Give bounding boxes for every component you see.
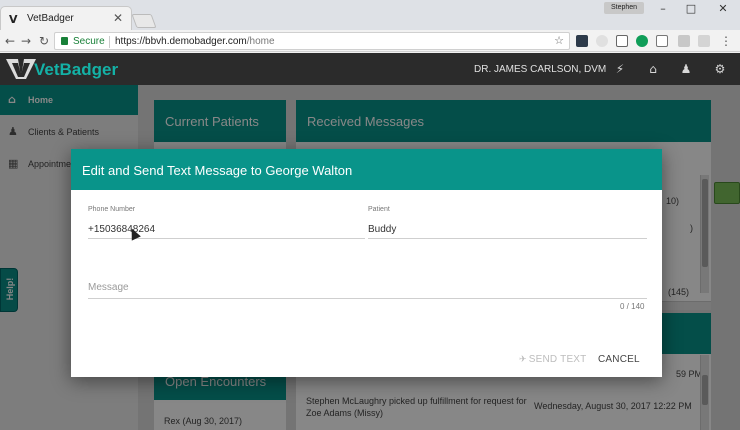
gray-extension-icon[interactable] xyxy=(678,35,690,47)
profile-name[interactable]: Stephen xyxy=(604,2,644,14)
phone-number-field[interactable]: +15036848264 xyxy=(88,224,155,235)
reload-icon[interactable]: ↻ xyxy=(36,33,52,49)
address-separator xyxy=(109,36,110,48)
cancel-button[interactable]: CANCEL xyxy=(598,354,640,365)
modal-title: Edit and Send Text Message to George Wal… xyxy=(82,163,353,178)
patient-label: Patient xyxy=(368,206,390,213)
extension-icon[interactable] xyxy=(576,35,588,47)
forward-icon[interactable]: → xyxy=(18,33,34,49)
url-host: https://bbvh.demobadger.com xyxy=(115,36,247,47)
url-path: /home xyxy=(246,36,275,47)
lightning-icon[interactable]: ⚡ xyxy=(612,60,628,78)
message-underline xyxy=(88,298,647,299)
url-text: https://bbvh.demobadger.com/home xyxy=(115,36,275,47)
back-icon[interactable]: ← xyxy=(2,33,18,49)
app-header: VetBadger DR. JAMES CARLSON, DVM ⚡ ⌂ ♟ ⚙ xyxy=(0,53,740,85)
send-plane-icon: ✈ xyxy=(519,355,527,365)
modal-header: Edit and Send Text Message to George Wal… xyxy=(71,149,662,190)
doctor-name[interactable]: DR. JAMES CARLSON, DVM xyxy=(474,64,606,75)
vetbadger-favicon-icon: V xyxy=(9,13,18,26)
address-bar[interactable]: Secure https://bbvh.demobadger.com/home … xyxy=(54,32,570,50)
send-text-button[interactable]: ✈ SEND TEXT xyxy=(519,354,587,365)
secure-label: Secure xyxy=(73,36,105,47)
tab-title: VetBadger xyxy=(27,13,74,24)
browser-tab[interactable]: V VetBadger ✕ xyxy=(0,6,132,30)
window-close-icon[interactable]: ✕ xyxy=(712,2,734,16)
green-extension-icon[interactable] xyxy=(636,35,648,47)
message-input[interactable]: Message xyxy=(88,282,129,293)
phone-number-label: Phone Number xyxy=(88,206,136,213)
settings-gear-icon[interactable]: ⚙ xyxy=(712,60,728,78)
phone-underline xyxy=(88,238,365,239)
patient-field[interactable]: Buddy xyxy=(368,224,396,235)
send-text-label: SEND TEXT xyxy=(528,354,587,365)
hospital-icon[interactable]: ⌂ xyxy=(645,60,661,78)
app-logo-text[interactable]: VetBadger xyxy=(34,60,118,80)
team-icon[interactable]: ♟ xyxy=(678,60,694,78)
extension-icon-2[interactable] xyxy=(698,35,710,47)
new-tab-button[interactable] xyxy=(131,14,157,28)
send-text-modal: Edit and Send Text Message to George Wal… xyxy=(71,149,662,377)
shield-extension-icon[interactable] xyxy=(596,35,608,47)
lock-icon xyxy=(61,37,68,45)
minimize-icon[interactable]: – xyxy=(652,2,674,16)
patient-underline xyxy=(368,238,647,239)
browser-menu-icon[interactable]: ⋮ xyxy=(718,33,734,49)
bookmark-star-icon[interactable]: ☆ xyxy=(554,34,564,47)
browser-tab-strip: V VetBadger ✕ Stephen – □ ✕ xyxy=(0,0,740,30)
badger-logo-icon xyxy=(6,59,36,79)
cast-icon[interactable] xyxy=(616,35,628,47)
maximize-icon[interactable]: □ xyxy=(680,2,702,16)
address-bar-row: ← → ↻ Secure https://bbvh.demobadger.com… xyxy=(0,30,740,52)
mail-icon[interactable] xyxy=(656,35,668,47)
tab-close-icon[interactable]: ✕ xyxy=(113,11,123,25)
character-counter: 0 / 140 xyxy=(620,302,645,311)
